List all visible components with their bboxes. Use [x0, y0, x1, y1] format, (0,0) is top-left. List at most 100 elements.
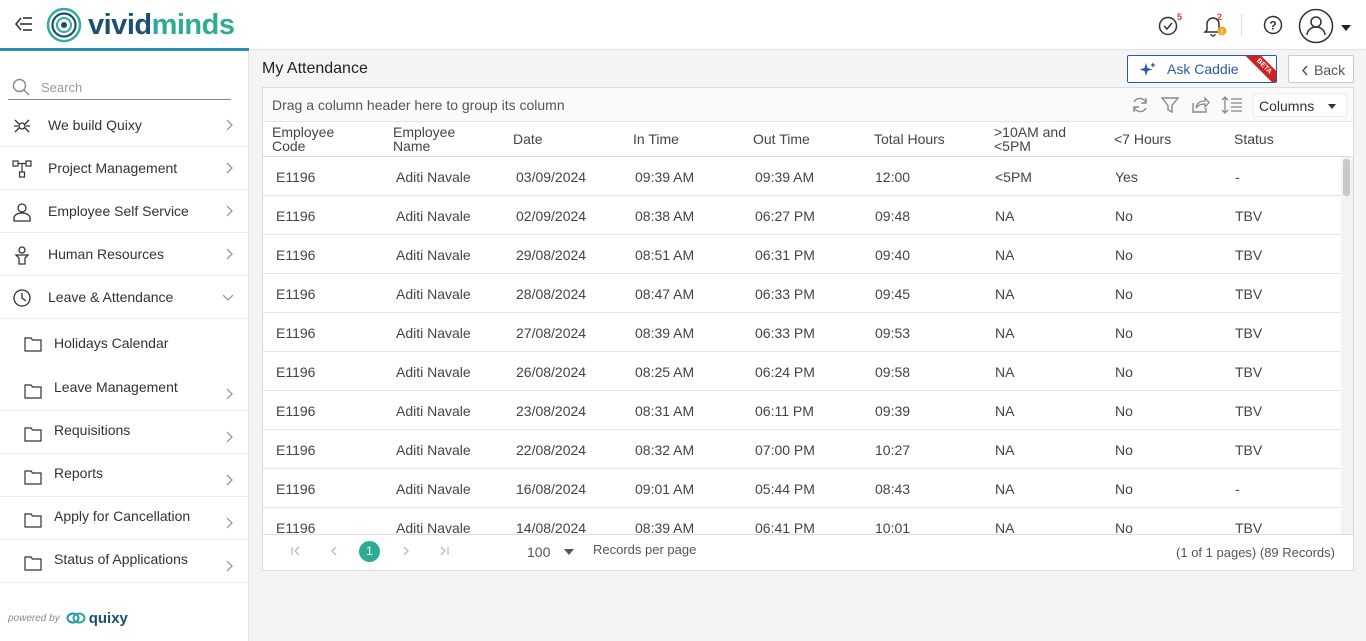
table-cell: E1196: [276, 481, 316, 497]
table-cell: 09:39: [875, 403, 911, 419]
avatar[interactable]: [1298, 8, 1334, 44]
table-cell: Yes: [1115, 169, 1138, 185]
table-header: Employee Code Employee Name Date In Time…: [263, 122, 1353, 157]
first-page-icon[interactable]: [289, 544, 303, 558]
columns-dropdown[interactable]: Columns: [1253, 93, 1347, 117]
sidebar-subitem-status-of-applications[interactable]: Status of Applications: [0, 540, 248, 583]
table-row[interactable]: E1196 Aditi Navale 02/09/2024 08:38 AM 06:27…: [263, 196, 1341, 235]
table-cell: E1196: [276, 247, 316, 263]
pager-info: (1 of 1 pages) (89 Records): [1176, 545, 1335, 560]
brand-name: vividminds: [88, 9, 235, 41]
table-cell: 09:53: [875, 325, 911, 341]
search-input[interactable]: [41, 77, 221, 97]
table-cell: NA: [995, 247, 1015, 263]
folder-icon: [24, 513, 42, 528]
search-icon: [12, 78, 30, 96]
sidebar-item-employee-self-service[interactable]: Employee Self Service: [0, 190, 248, 233]
sidebar-item-leave-attendance[interactable]: Leave & Attendance: [0, 276, 248, 319]
table-cell: Aditi Navale: [396, 442, 471, 458]
vertical-scrollbar[interactable]: [1341, 157, 1353, 534]
table-body: E1196 Aditi Navale 03/09/2024 09:39 AM 09:39…: [263, 157, 1341, 534]
scroll-thumb[interactable]: [1343, 159, 1350, 196]
user-icon: [13, 203, 31, 222]
folder-icon: [24, 470, 42, 485]
back-button[interactable]: Back: [1288, 55, 1354, 83]
table-cell: 10:27: [875, 442, 911, 458]
table-row[interactable]: E1196 Aditi Navale 23/08/2024 08:31 AM 06:11…: [263, 391, 1341, 430]
table-cell: TBV: [1235, 364, 1263, 380]
column-header-in-time[interactable]: In Time: [633, 132, 679, 146]
table-cell: NA: [995, 364, 1015, 380]
table-cell: No: [1115, 325, 1133, 341]
sidebar-item-human-resources[interactable]: Human Resources: [0, 233, 248, 276]
sidebar-subitem-reports[interactable]: Reports: [0, 454, 248, 497]
chevron-right-icon: [226, 560, 233, 572]
table-cell: No: [1115, 520, 1133, 534]
pager: 1 100 Records per page (1 of 1 pages) (8…: [263, 534, 1353, 570]
column-header-employee-name[interactable]: Employee Name: [393, 125, 478, 153]
table-cell: Aditi Navale: [396, 247, 471, 263]
last-page-icon[interactable]: [437, 544, 451, 558]
table-cell: Aditi Navale: [396, 403, 471, 419]
column-header-total-hours[interactable]: Total Hours: [874, 132, 945, 146]
brand-logo[interactable]: vividminds: [46, 6, 235, 44]
table-row[interactable]: E1196 Aditi Navale 22/08/2024 08:32 AM 07:00…: [263, 430, 1341, 469]
table-row[interactable]: E1196 Aditi Navale 28/08/2024 08:47 AM 06:33…: [263, 274, 1341, 313]
attendance-grid: Drag a column header here to group its c…: [262, 87, 1354, 571]
alerts-badge: 2: [1217, 12, 1223, 22]
column-header-employee-code[interactable]: Employee Code: [272, 125, 357, 153]
sidebar-item-label: Project Management: [48, 160, 178, 176]
table-cell: Aditi Navale: [396, 520, 471, 534]
table-cell: TBV: [1235, 403, 1263, 419]
table-row[interactable]: E1196 Aditi Navale 14/08/2024 08:39 AM 06:41…: [263, 508, 1341, 534]
row-height-icon[interactable]: [1221, 95, 1242, 115]
table-cell: TBV: [1235, 325, 1263, 341]
table-cell: 09:01 AM: [635, 481, 695, 497]
table-cell: NA: [995, 520, 1015, 534]
table-row[interactable]: E1196 Aditi Navale 03/09/2024 09:39 AM 09:39…: [263, 157, 1341, 196]
help-icon[interactable]: ?: [1260, 12, 1286, 38]
table-cell: Aditi Navale: [396, 481, 471, 497]
export-icon[interactable]: [1190, 95, 1210, 115]
sidebar-subitem-apply-for-cancellation[interactable]: Apply for Cancellation: [0, 497, 248, 540]
sidebar-item-we-build-quixy[interactable]: We build Quixy: [0, 104, 248, 147]
next-page-icon[interactable]: [399, 544, 413, 558]
chevron-right-icon: [226, 431, 233, 443]
chevron-right-icon: [226, 388, 233, 400]
chevron-down-icon[interactable]: [1340, 20, 1352, 31]
sidebar-subitem-requisitions[interactable]: Requisitions: [0, 411, 248, 454]
table-row[interactable]: E1196 Aditi Navale 27/08/2024 08:39 AM 06:33…: [263, 313, 1341, 352]
column-header-10am-5pm[interactable]: >10AM and <5PM: [994, 125, 1084, 153]
table-row[interactable]: E1196 Aditi Navale 26/08/2024 08:25 AM 06:24…: [263, 352, 1341, 391]
collapse-sidebar-icon[interactable]: [12, 14, 36, 36]
table-cell: 09:39 AM: [755, 169, 815, 185]
ask-caddie-button[interactable]: Ask Caddie BETA: [1127, 55, 1277, 83]
bell-icon[interactable]: ! 2: [1201, 12, 1227, 38]
refresh-icon[interactable]: [1130, 95, 1150, 115]
sidebar-item-project-management[interactable]: Project Management: [0, 147, 248, 190]
table-cell: 07:00 PM: [755, 442, 815, 458]
table-cell: 26/08/2024: [516, 364, 587, 380]
tasks-icon[interactable]: 5: [1156, 12, 1182, 38]
column-header-status[interactable]: Status: [1234, 132, 1274, 146]
sidebar-subitem-holidays-calendar[interactable]: Holidays Calendar: [0, 319, 248, 362]
sidebar-subitem-leave-management[interactable]: Leave Management: [0, 368, 248, 411]
current-page-button[interactable]: 1: [359, 541, 380, 562]
column-header-out-time[interactable]: Out Time: [753, 132, 810, 146]
page-size-select[interactable]: 100: [527, 544, 575, 562]
table-row[interactable]: E1196 Aditi Navale 29/08/2024 08:51 AM 06:31…: [263, 235, 1341, 274]
sidebar-search: [8, 73, 231, 100]
table-cell: No: [1115, 481, 1133, 497]
caret-down-icon: [564, 549, 574, 555]
table-cell: 10:01: [875, 520, 911, 534]
column-header-date[interactable]: Date: [513, 132, 543, 146]
table-cell: NA: [995, 442, 1015, 458]
table-cell: No: [1115, 286, 1133, 302]
table-cell: No: [1115, 442, 1133, 458]
group-drop-area[interactable]: Drag a column header here to group its c…: [263, 88, 1353, 122]
quixy-logo-icon: [66, 612, 86, 624]
prev-page-icon[interactable]: [327, 544, 341, 558]
table-row[interactable]: E1196 Aditi Navale 16/08/2024 09:01 AM 05:44…: [263, 469, 1341, 508]
column-header-lt-7-hours[interactable]: <7 Hours: [1114, 132, 1171, 146]
filter-icon[interactable]: [1160, 95, 1180, 115]
